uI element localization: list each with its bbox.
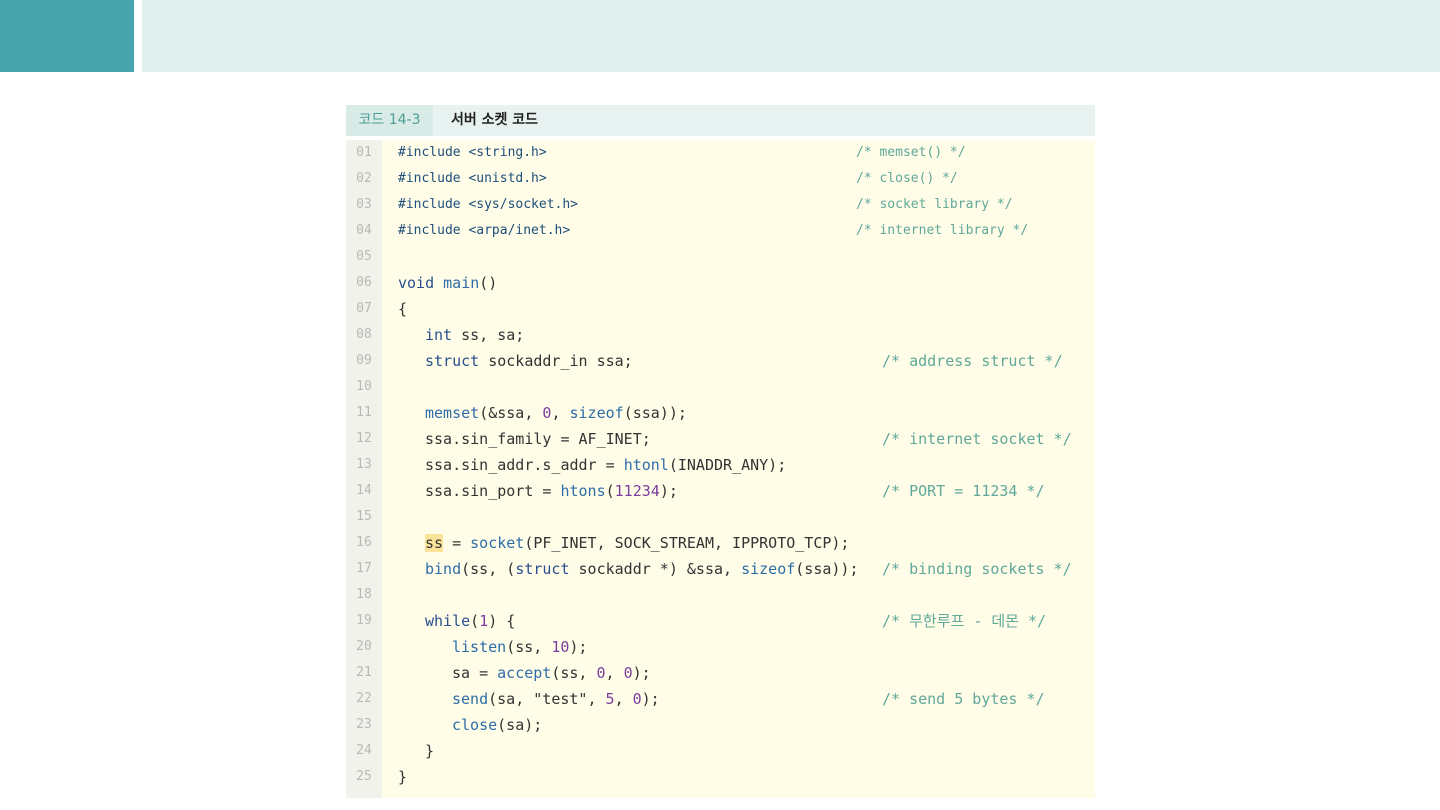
code-line: 20 listen(ss, 10);	[346, 634, 1095, 660]
code-comment: /* internet socket */	[882, 430, 1072, 448]
code-line: 12 ssa.sin_family = AF_INET; /* internet s…	[346, 426, 1095, 452]
code-comment: /* PORT = 11234 */	[882, 482, 1045, 500]
line-number: 23	[356, 717, 372, 732]
code-text: bind(ss, (struct sockaddr *) &ssa, sizeo…	[425, 560, 859, 578]
code-comment: /* memset() */	[856, 145, 966, 160]
code-text: #include <unistd.h>	[398, 171, 547, 186]
code-text: #include <sys/socket.h>	[398, 197, 579, 212]
line-number: 13	[356, 457, 372, 472]
code-comment: /* internet library */	[856, 223, 1029, 238]
code-line: 10	[346, 374, 1095, 400]
header-band	[142, 0, 1440, 72]
code-line: 16 ss = socket(PF_INET, SOCK_STREAM, IPPR…	[346, 530, 1095, 556]
code-line: 13 ssa.sin_addr.s_addr = htonl(INADDR_ANY…	[346, 452, 1095, 478]
code-line: 03 #include <sys/socket.h> /* socket libra…	[346, 192, 1095, 218]
code-line: 25}	[346, 764, 1095, 790]
code-line: 04 #include <arpa/inet.h> /* internet libr…	[346, 218, 1095, 244]
code-text: void main()	[398, 274, 498, 292]
line-number: 02	[356, 171, 372, 186]
line-number: 06	[356, 275, 372, 290]
code-text: int ss, sa;	[425, 326, 525, 344]
code-line: 05	[346, 244, 1095, 270]
code-comment: /* send 5 bytes */	[882, 690, 1045, 708]
line-number: 11	[356, 405, 372, 420]
line-number: 08	[356, 327, 372, 342]
line-number: 01	[356, 145, 372, 160]
code-text: {	[398, 300, 408, 318]
line-number: 20	[356, 639, 372, 654]
line-number: 14	[356, 483, 372, 498]
line-number: 17	[356, 561, 372, 576]
code-line: 02 #include <unistd.h> /* close() */	[346, 166, 1095, 192]
code-text: listen(ss, 10);	[452, 638, 588, 656]
code-comment: /* address struct */	[882, 352, 1063, 370]
code-comment: /* binding sockets */	[882, 560, 1072, 578]
line-number: 03	[356, 197, 372, 212]
line-number: 15	[356, 509, 372, 524]
line-number: 21	[356, 665, 372, 680]
code-line: 15	[346, 504, 1095, 530]
line-number: 24	[356, 743, 372, 758]
code-text: ssa.sin_port = htons(11234);	[425, 482, 678, 500]
code-label: 코드 14-3	[346, 105, 433, 136]
line-number: 19	[356, 613, 372, 628]
code-header: 코드 14-3 서버 소켓 코드	[346, 105, 1095, 136]
code-text: close(sa);	[452, 716, 543, 734]
line-number: 09	[356, 353, 372, 368]
code-text: ssa.sin_addr.s_addr = htonl(INADDR_ANY);	[425, 456, 787, 474]
code-line: 11 memset(&ssa, 0, sizeof(ssa));	[346, 400, 1095, 426]
code-comment: /* socket library */	[856, 197, 1013, 212]
line-number: 12	[356, 431, 372, 446]
code-text: send(sa, "test", 5, 0);	[452, 690, 660, 708]
code-text: while(1) {	[425, 612, 516, 630]
code-text: #include <arpa/inet.h>	[398, 223, 571, 238]
code-text: struct sockaddr_in ssa;	[425, 352, 633, 370]
code-text: memset(&ssa, 0, sizeof(ssa));	[425, 404, 687, 422]
code-line: 07 {	[346, 296, 1095, 322]
slide-header	[0, 0, 1440, 72]
code-listing: 코드 14-3 서버 소켓 코드 01 #include <string.h> /*…	[346, 105, 1095, 798]
code-text: #include <string.h>	[398, 145, 547, 160]
code-comment: /* close() */	[856, 171, 958, 186]
code-text: }	[398, 768, 408, 786]
code-line: 21 sa = accept(ss, 0, 0);	[346, 660, 1095, 686]
code-line: 14 ssa.sin_port = htons(11234); /* PORT = …	[346, 478, 1095, 504]
code-line: 09 struct sockaddr_in ssa; /* address stru…	[346, 348, 1095, 374]
code-line: 06 void main()	[346, 270, 1095, 296]
line-number: 22	[356, 691, 372, 706]
code-line: 19 while(1) { /* 무한루프 - 데몬 */	[346, 608, 1095, 634]
code-line: 18	[346, 582, 1095, 608]
code-line: 24}	[346, 738, 1095, 764]
line-number: 04	[356, 223, 372, 238]
header-accent-block	[0, 0, 134, 72]
code-text: }	[425, 742, 435, 760]
line-number: 05	[356, 249, 372, 264]
code-text: ssa.sin_family = AF_INET;	[425, 430, 651, 448]
code-line: 08 int ss, sa;	[346, 322, 1095, 348]
code-line: 23 close(sa);	[346, 712, 1095, 738]
code-line: 17 bind(ss, (struct sockaddr *) &ssa, siz…	[346, 556, 1095, 582]
line-number: 25	[356, 769, 372, 784]
line-number: 16	[356, 535, 372, 550]
code-comment: /* 무한루프 - 데몬 */	[882, 612, 1047, 630]
code-line: 22 send(sa, "test", 5, 0); /* send 5 bytes…	[346, 686, 1095, 712]
line-number: 10	[356, 379, 372, 394]
code-title: 서버 소켓 코드	[451, 112, 539, 128]
code-line: 01 #include <string.h> /* memset() */	[346, 140, 1095, 166]
line-number: 18	[356, 587, 372, 602]
code-text: ss = socket(PF_INET, SOCK_STREAM, IPPROT…	[425, 534, 850, 552]
code-text: sa = accept(ss, 0, 0);	[452, 664, 651, 682]
line-number: 07	[356, 301, 372, 316]
